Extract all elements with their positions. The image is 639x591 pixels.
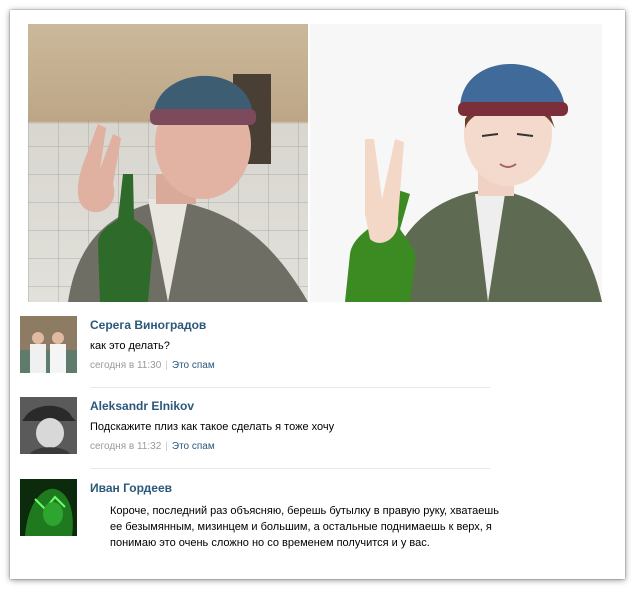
comment-author[interactable]: Серега Виноградов (90, 318, 206, 332)
comment-divider (90, 387, 490, 388)
comment-timestamp[interactable]: сегодня в 11:32 (90, 441, 161, 452)
meta-separator: | (165, 441, 168, 452)
comment-author[interactable]: Aleksandr Elnikov (90, 399, 194, 413)
avatar[interactable] (20, 316, 77, 373)
meta-separator: | (165, 360, 168, 371)
comment-text: Подскажите плиз как такое сделать я тоже… (90, 421, 335, 433)
comment-author[interactable]: Иван Гордеев (90, 481, 172, 495)
comment-text: Короче, последний раз объясняю, берешь б… (110, 505, 499, 549)
avatar-photo-icon (20, 397, 77, 454)
comment-divider (90, 468, 490, 469)
avatar-photo-icon (20, 479, 77, 536)
comment-text: как это делать? (90, 340, 170, 352)
comment-meta: сегодня в 11:30 | Это спам (90, 360, 215, 371)
report-spam-link[interactable]: Это спам (172, 441, 215, 452)
comment-meta: сегодня в 11:32 | Это спам (90, 441, 215, 452)
avatar[interactable] (20, 397, 77, 454)
comment-timestamp[interactable]: сегодня в 11:30 (90, 360, 161, 371)
avatar[interactable] (20, 479, 77, 536)
comment-list: Серега Виноградов как это делать? сегодн… (0, 0, 639, 591)
report-spam-link[interactable]: Это спам (172, 360, 215, 371)
avatar-photo-icon (20, 316, 77, 373)
